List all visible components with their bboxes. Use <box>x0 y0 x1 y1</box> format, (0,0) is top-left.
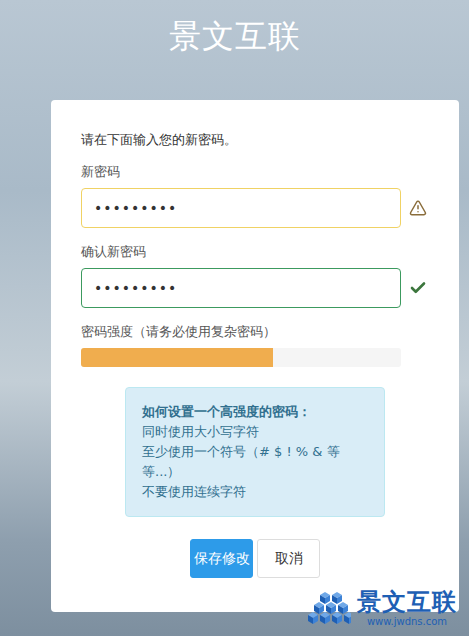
save-button[interactable]: 保存修改 <box>190 539 253 578</box>
field-row: ••••••••• <box>81 268 429 308</box>
page-title: 景文互联 <box>169 12 301 60</box>
page: 景文互联请在下面输入您的新密码。新密码•••••••••确认新密码•••••••… <box>0 0 469 636</box>
tip-line: 同时使用大小写字符 <box>142 422 368 442</box>
watermark: 景文互联www.jwdns.com <box>305 588 457 628</box>
field-label: 确认新密码 <box>81 242 429 262</box>
field-row: ••••••••• <box>81 188 429 228</box>
field-label: 新密码 <box>81 162 429 182</box>
tip-line: 不要使用连续字符 <box>142 482 368 502</box>
tips-box: 如何设置一个高强度的密码：同时使用大小写字符至少使用一个符号（# $ ! % &… <box>125 387 385 517</box>
intro-text: 请在下面输入您的新密码。 <box>81 130 429 150</box>
button-row: 保存修改取消 <box>81 539 429 578</box>
warning-icon <box>409 199 427 217</box>
tips-title: 如何设置一个高强度的密码： <box>142 402 368 422</box>
watermark-text: 景文互联www.jwdns.com <box>357 588 457 628</box>
password-input[interactable]: ••••••••• <box>81 188 401 228</box>
cube-logo-icon <box>305 588 351 628</box>
tip-line: 至少使用一个符号（# $ ! % & 等 <box>142 442 368 462</box>
watermark-name: 景文互联 <box>357 588 457 616</box>
cancel-button[interactable]: 取消 <box>257 539 320 578</box>
strength-label: 密码强度（请务必使用复杂密码） <box>81 322 429 342</box>
strength-bar <box>81 348 401 367</box>
tip-line: 等...） <box>142 462 368 482</box>
strength-fill <box>81 348 273 367</box>
reset-card: 请在下面输入您的新密码。新密码 ••••••••• 确认新密码 ••••••••• 密码… <box>51 100 459 612</box>
password-input[interactable]: ••••••••• <box>81 268 401 308</box>
watermark-url: www.jwdns.com <box>367 616 447 628</box>
check-icon <box>409 279 427 297</box>
